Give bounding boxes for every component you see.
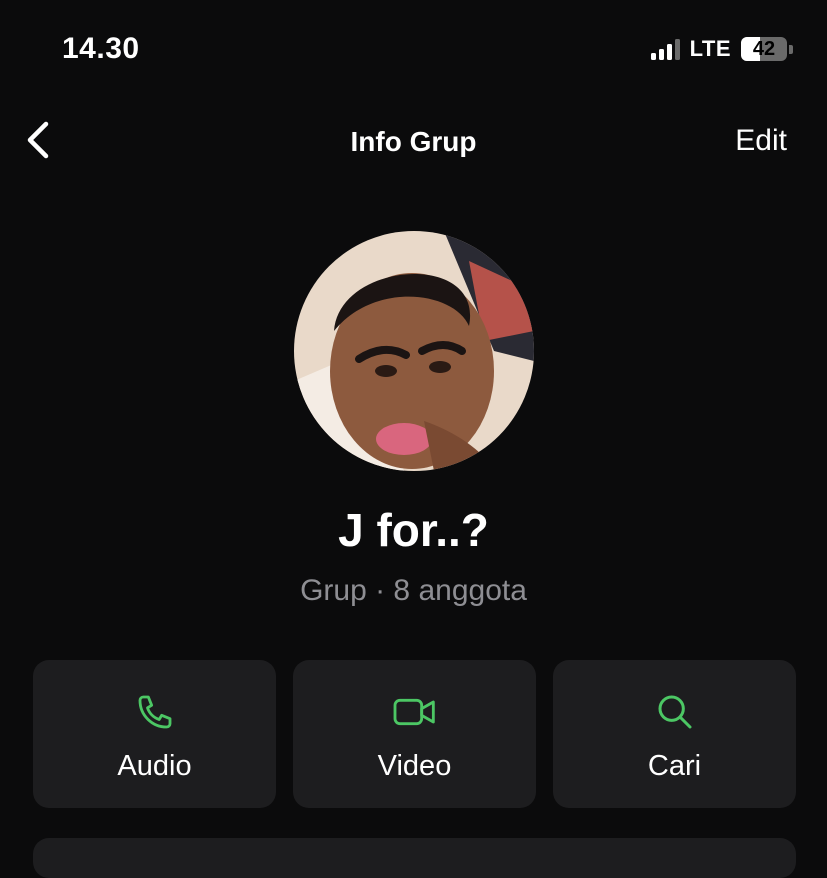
audio-call-button[interactable]: Audio — [33, 660, 276, 808]
cellular-signal-icon — [650, 38, 680, 60]
navigation-bar: Info Grup Edit — [0, 110, 827, 170]
battery-level: 42 — [752, 37, 776, 60]
page-title: Info Grup — [350, 126, 477, 157]
video-camera-icon — [391, 692, 439, 737]
video-call-button[interactable]: Video — [293, 660, 536, 808]
avatar-photo — [294, 231, 534, 471]
next-section-card — [33, 838, 796, 878]
status-indicators: LTE 42 — [650, 36, 793, 62]
battery-icon: 42 — [741, 37, 787, 61]
status-bar: 14.30 LTE 42 — [0, 0, 827, 100]
audio-label: Audio — [117, 750, 192, 782]
quick-actions: Audio Video Cari — [33, 660, 796, 808]
video-label: Video — [377, 750, 452, 782]
search-button[interactable]: Cari — [553, 660, 796, 808]
status-time: 14.30 — [62, 32, 140, 65]
search-label: Cari — [647, 750, 702, 782]
network-type: LTE — [689, 36, 731, 61]
group-avatar[interactable] — [294, 231, 534, 471]
search-icon — [655, 692, 695, 737]
phone-icon — [135, 692, 175, 737]
edit-button[interactable]: Edit — [735, 124, 787, 158]
group-name: J for..? — [338, 504, 489, 556]
group-member-count: Grup · 8 anggota — [300, 574, 527, 607]
battery-tip — [789, 44, 793, 54]
